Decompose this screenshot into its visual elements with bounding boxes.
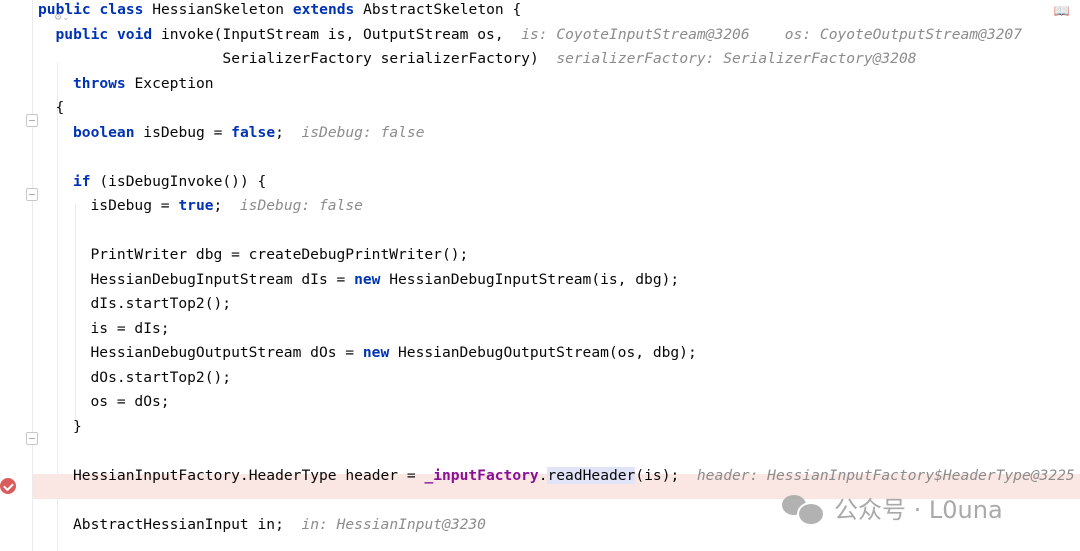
code-token: is = dIs; — [90, 319, 170, 337]
code-token: readHeader — [547, 466, 636, 484]
code-line[interactable]: } — [73, 415, 82, 440]
code-line[interactable]: dIs.startTop2(); — [91, 292, 232, 317]
code-line[interactable]: isDebug = true; isDebug: false — [91, 194, 363, 219]
fold-icon[interactable] — [26, 432, 38, 445]
keyword-token: if — [73, 172, 91, 190]
code-token: (is); — [635, 466, 697, 484]
keyword-token: public void — [55, 25, 153, 43]
code-token: dOs.startTop2(); — [90, 368, 232, 386]
code-token: AbstractSkeleton { — [354, 1, 522, 18]
code-line[interactable]: throws Exception — [73, 72, 214, 97]
code-token: HessianDebugOutputStream(os, dbg); — [389, 344, 697, 361]
watermark-text: 公众号 · L0una — [834, 495, 1003, 524]
code-line[interactable]: dOs.startTop2(); — [91, 366, 232, 391]
code-token: (isDebugInvoke()) { — [90, 172, 267, 190]
code-token: ; — [213, 197, 240, 214]
debug-inline-value: in: HessianInput@3230 — [301, 515, 486, 533]
code-token: HessianDebugOutputStream dOs = — [90, 344, 363, 361]
keyword-token: new — [362, 344, 390, 361]
code-token: dIs.startTop2(); — [90, 295, 232, 312]
code-line[interactable]: SerializerFactory serializerFactory) ser… — [55, 47, 917, 72]
code-line[interactable]: if (isDebugInvoke()) { — [73, 170, 266, 195]
indent-guide — [57, 62, 58, 551]
keyword-token: true — [178, 197, 214, 214]
code-token: ; — [275, 123, 302, 141]
debug-inline-value: isDebug: false — [301, 123, 425, 141]
code-token: HessianSkeleton — [143, 1, 293, 18]
indent-guide — [75, 204, 76, 424]
code-token: HessianDebugInputStream(is, dbg); — [380, 270, 680, 288]
code-token: os = dOs; — [90, 393, 170, 410]
fold-icon[interactable] — [26, 114, 38, 127]
editor-gutter[interactable] — [0, 0, 33, 551]
wechat-icon — [782, 491, 825, 526]
debug-inline-value: header: HessianInputFactory$HeaderType@3… — [696, 466, 1075, 484]
code-token: isDebug = — [134, 123, 232, 141]
keyword-token: false — [231, 123, 276, 141]
code-line[interactable]: is = dIs; — [91, 317, 170, 342]
keyword-token: boolean — [73, 123, 135, 141]
code-token: PrintWriter dbg = createDebugPrintWriter… — [90, 246, 469, 263]
code-token: isDebug = — [90, 197, 179, 214]
code-line[interactable]: public class HessianSkeleton extends Abs… — [38, 0, 521, 23]
code-token: { — [55, 99, 65, 116]
code-line[interactable]: PrintWriter dbg = createDebugPrintWriter… — [91, 243, 469, 268]
code-line[interactable]: os = dOs; — [91, 390, 170, 415]
breakpoint-code-line[interactable]: HessianInputFactory.HeaderType header = … — [73, 464, 1075, 489]
code-line[interactable]: HessianDebugInputStream dIs = new Hessia… — [91, 268, 680, 293]
code-line[interactable]: public void invoke(InputStream is, Outpu… — [56, 23, 1023, 48]
code-token: } — [73, 417, 82, 435]
code-token: Exception — [125, 74, 214, 92]
fold-icon[interactable] — [26, 188, 38, 201]
code-line[interactable]: boolean isDebug = false; isDebug: false — [73, 121, 424, 146]
watermark: 公众号 · L0una — [782, 490, 1003, 526]
debug-inline-value: serializerFactory: SerializerFactory@320… — [556, 50, 917, 67]
code-line[interactable]: HessianDebugOutputStream dOs = new Hessi… — [91, 341, 697, 366]
code-token: SerializerFactory serializerFactory) — [55, 50, 557, 67]
code-token: HessianDebugInputStream dIs = — [90, 270, 355, 288]
keyword-token: extends — [292, 1, 355, 18]
code-line[interactable]: AbstractHessianInput in; in: HessianInpu… — [73, 513, 486, 538]
keyword-token: new — [354, 270, 381, 288]
keyword-token: throws — [73, 74, 126, 92]
code-line[interactable]: { — [56, 96, 65, 121]
debug-inline-value: is: CoyoteInputStream@3206 os: CoyoteOut… — [521, 25, 1022, 43]
code-token: _inputFactory — [424, 466, 539, 484]
code-token: AbstractHessianInput in; — [73, 515, 302, 533]
debug-inline-value: isDebug: false — [239, 197, 363, 214]
code-token: HessianInputFactory.HeaderType header = — [73, 466, 425, 484]
code-token: invoke(InputStream is, OutputStream os, — [152, 25, 522, 43]
breakpoint-check-icon[interactable] — [0, 478, 16, 494]
keyword-token: public class — [38, 1, 144, 18]
book-icon[interactable]: 📖 — [1054, 4, 1070, 19]
